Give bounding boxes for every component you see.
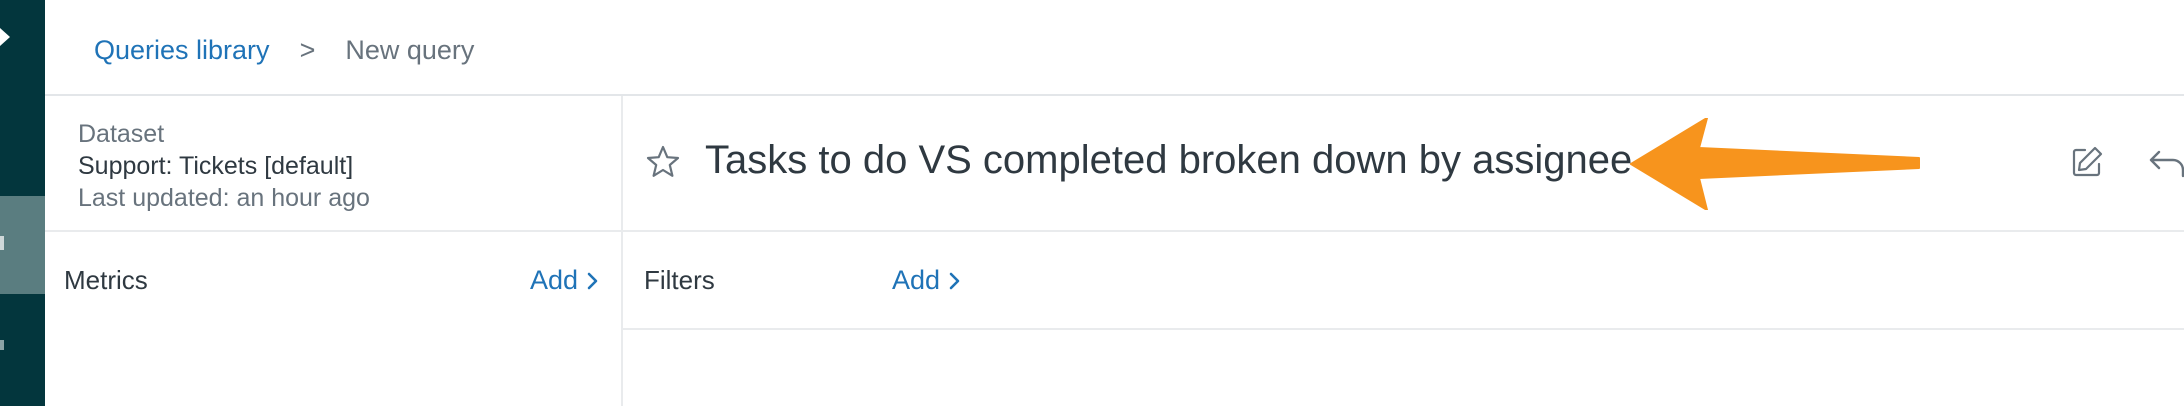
dataset-info[interactable]: Dataset Support: Tickets [default] Last … [78,118,370,214]
chevron-right-icon [949,272,960,289]
expand-nav-icon[interactable] [0,26,12,48]
left-nav-rail [0,0,45,406]
chevron-right-icon [587,272,598,289]
nav-icon-fragment[interactable] [0,340,6,354]
undo-icon[interactable] [2147,144,2184,180]
orange-arrow-annotation [1630,118,1920,210]
dataset-last-updated: Last updated: an hour ago [78,184,370,212]
breadcrumb-current-page: New query [345,34,475,65]
edit-icon[interactable] [2069,144,2105,180]
nav-icon-fragment [0,236,4,250]
nav-item-active[interactable] [0,196,45,294]
query-builder-app: Queries library > New query Dataset Supp… [0,0,2184,406]
dataset-label: Dataset [78,120,165,148]
title-divider [623,230,2184,232]
breadcrumb-separator: > [299,34,316,65]
left-panel: Dataset Support: Tickets [default] Last … [45,96,623,406]
query-title[interactable]: Tasks to do VS completed broken down by … [705,138,1632,183]
query-title-bar: Tasks to do VS completed broken down by … [623,96,2184,230]
add-metric-label: Add [530,265,579,295]
breadcrumb-queries-library-link[interactable]: Queries library [94,35,270,66]
metrics-label: Metrics [64,265,148,295]
add-filter-button[interactable]: Add [892,265,962,296]
filters-divider [623,328,2184,330]
left-panel-divider [45,230,623,232]
dataset-name: Support: Tickets [default] [78,152,354,180]
breadcrumb: Queries library > New query [94,30,474,70]
filters-label: Filters [644,265,715,295]
add-filter-label: Add [892,265,941,295]
add-metric-button[interactable]: Add [530,265,600,296]
star-icon[interactable] [645,144,681,180]
